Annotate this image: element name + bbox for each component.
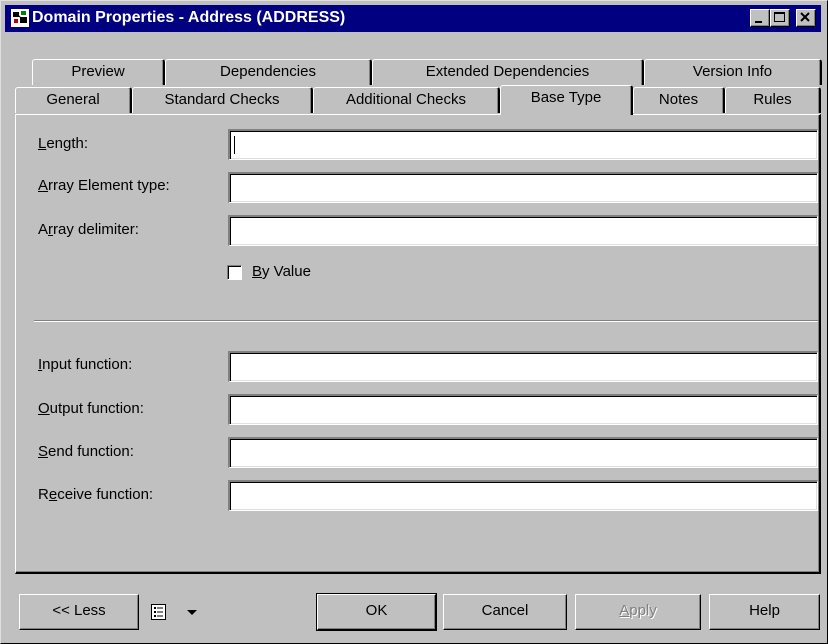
- domain-properties-icon: [11, 9, 29, 27]
- tab-standard-checks[interactable]: Standard Checks: [132, 87, 313, 113]
- window-title: Domain Properties - Address (ADDRESS): [32, 9, 346, 26]
- tab-extended-dependencies[interactable]: Extended Dependencies: [372, 59, 644, 85]
- tab-general[interactable]: General: [15, 87, 132, 113]
- minimize-icon: [755, 21, 762, 23]
- close-icon: [800, 12, 810, 22]
- text-caret: [234, 136, 235, 154]
- array-delimiter-label: Array delimiter:: [38, 221, 139, 238]
- tab-label: Version Info: [692, 63, 773, 80]
- by-value-checkbox[interactable]: [227, 265, 242, 280]
- tab-dependencies[interactable]: Dependencies: [165, 59, 372, 85]
- output-function-label: Output function:: [38, 400, 144, 417]
- tab-label: Notes: [658, 91, 699, 108]
- maximize-icon: [774, 12, 785, 22]
- tab-notes[interactable]: Notes: [633, 87, 725, 113]
- tab-label: Preview: [71, 63, 125, 80]
- tab-preview[interactable]: Preview: [32, 59, 165, 85]
- triangle-down-icon: [187, 610, 197, 615]
- send-function-input[interactable]: [228, 437, 818, 468]
- dialog-window: Domain Properties - Address (ADDRESS) Pr…: [0, 0, 828, 644]
- input-function-label: Input function:: [38, 356, 133, 373]
- ok-button[interactable]: OK: [316, 593, 437, 631]
- array-element-type-input[interactable]: [228, 172, 818, 203]
- array-element-type-label: Array Element type:: [38, 177, 170, 194]
- tab-label: Extended Dependencies: [425, 63, 590, 80]
- receive-function-label: Receive function:: [38, 486, 154, 503]
- base-type-panel: Length: Array Element type: Array delimi…: [15, 114, 821, 574]
- length-input[interactable]: [228, 129, 818, 160]
- tab-base-type[interactable]: Base Type: [500, 85, 633, 115]
- tab-label: Rules: [753, 91, 792, 108]
- list-view-icon: [151, 604, 166, 620]
- tab-label: General: [46, 91, 100, 108]
- by-value-label[interactable]: By Value: [252, 263, 311, 280]
- maximize-button[interactable]: [770, 9, 790, 27]
- length-label: Length:: [38, 135, 89, 152]
- cancel-button[interactable]: Cancel: [443, 594, 567, 630]
- section-divider: [34, 320, 818, 322]
- view-menu-button[interactable]: [146, 601, 206, 623]
- tab-label: Additional Checks: [345, 91, 467, 108]
- tab-rules[interactable]: Rules: [725, 87, 821, 113]
- minimize-button[interactable]: [750, 9, 770, 27]
- array-delimiter-input[interactable]: [228, 215, 818, 246]
- input-function-input[interactable]: [228, 351, 818, 382]
- tab-label: Dependencies: [220, 63, 316, 80]
- output-function-input[interactable]: [228, 394, 818, 425]
- receive-function-input[interactable]: [228, 480, 818, 511]
- title-bar[interactable]: Domain Properties - Address (ADDRESS): [5, 5, 821, 32]
- tab-label: Standard Checks: [164, 91, 280, 108]
- close-button[interactable]: [796, 9, 816, 27]
- less-button[interactable]: << Less: [19, 594, 139, 630]
- send-function-label: Send function:: [38, 443, 134, 460]
- help-button[interactable]: Help: [709, 594, 820, 630]
- tab-label: Base Type: [530, 89, 602, 106]
- tab-version-info[interactable]: Version Info: [644, 59, 822, 85]
- apply-button[interactable]: Apply: [575, 594, 701, 630]
- tab-additional-checks[interactable]: Additional Checks: [313, 87, 500, 113]
